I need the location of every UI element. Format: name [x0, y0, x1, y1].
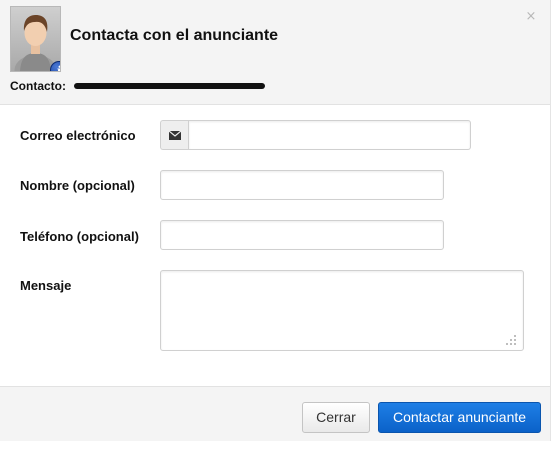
email-field[interactable] [188, 120, 471, 150]
dialog-title: Contacta con el anunciante [70, 27, 279, 44]
phone-label: Teléfono (opcional) [20, 229, 139, 244]
name-field[interactable] [160, 170, 444, 200]
resize-grip-icon[interactable] [504, 333, 518, 347]
info-icon: i [50, 61, 60, 71]
contact-dialog: i Contacta con el anunciante × Contacto:… [0, 0, 551, 441]
envelope-icon [169, 131, 181, 140]
dialog-footer: Cerrar Contactar anunciante [0, 386, 550, 441]
contact-label: Contacto: [10, 79, 66, 93]
avatar: i [10, 6, 61, 72]
email-input-group [160, 120, 471, 150]
dialog-header: i Contacta con el anunciante × Contacto: [0, 0, 550, 105]
user-silhouette-icon [14, 15, 57, 71]
phone-field[interactable] [160, 220, 444, 250]
message-textarea[interactable] [160, 270, 524, 351]
close-icon[interactable]: × [524, 9, 538, 25]
close-button[interactable]: Cerrar [302, 402, 370, 433]
email-label: Correo electrónico [20, 128, 136, 143]
contact-advertiser-button[interactable]: Contactar anunciante [378, 402, 541, 433]
contact-value-redacted [74, 83, 265, 89]
name-label: Nombre (opcional) [20, 178, 135, 193]
message-label: Mensaje [20, 278, 72, 293]
email-addon [160, 120, 188, 150]
